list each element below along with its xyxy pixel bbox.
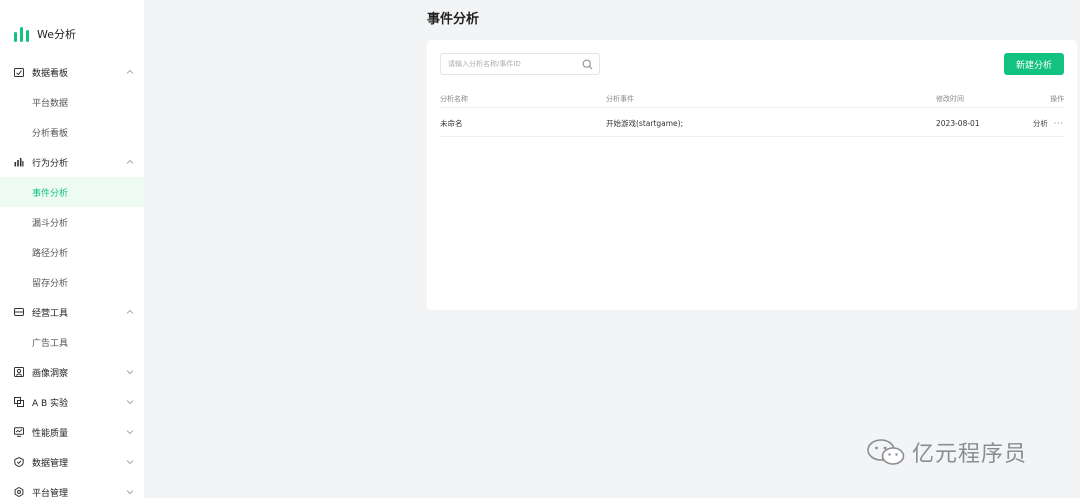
chevron-up-icon [126, 159, 134, 164]
sidebar-item-retention-analysis[interactable]: 留存分析 [0, 267, 144, 297]
sidebar-group-label: 性能质量 [32, 428, 69, 439]
brand[interactable]: We分析 [14, 24, 76, 44]
chevron-up-icon [126, 309, 134, 314]
monitor-icon [14, 427, 24, 437]
sidebar-nav: 数据看板 平台数据 分析看板 行为分析 事件分析 漏斗分析 路径分析 留存分析 … [0, 57, 144, 498]
sidebar-group-label: 画像洞察 [32, 368, 69, 379]
sidebar-group-dashboard[interactable]: 数据看板 [0, 57, 144, 87]
wechat-icon [867, 439, 905, 465]
sidebar-group-business-tools[interactable]: 经营工具 [0, 297, 144, 327]
row-actions: 分析 ··· [1033, 110, 1064, 136]
analysis-name: 未命名 [440, 118, 463, 128]
sidebar-item-analysis-board[interactable]: 分析看板 [0, 117, 144, 147]
column-header-actions: 操作 [1050, 94, 1064, 103]
sidebar-group-platform-management[interactable]: 平台管理 [0, 477, 144, 498]
sidebar-group-portrait-insight[interactable]: 画像洞察 [0, 357, 144, 387]
settings-icon [14, 487, 24, 497]
analysis-modified-time: 2023-08-01 [936, 118, 980, 128]
sidebar-item-path-analysis[interactable]: 路径分析 [0, 237, 144, 267]
chevron-down-icon [126, 430, 134, 435]
chevron-down-icon [126, 460, 134, 465]
sidebar-item-event-analysis[interactable]: 事件分析 [0, 177, 144, 207]
new-analysis-button[interactable]: 新建分析 [1004, 53, 1064, 75]
we-analysis-logo-icon [14, 26, 29, 42]
app-name: We分析 [37, 28, 76, 41]
sidebar-item-platform-data[interactable]: 平台数据 [0, 87, 144, 117]
portrait-icon [14, 367, 24, 377]
page-title: 事件分析 [427, 12, 480, 27]
search-input[interactable] [448, 60, 578, 68]
sidebar-group-behavior-analysis[interactable]: 行为分析 [0, 147, 144, 177]
chevron-down-icon [126, 370, 134, 375]
column-header-modified: 修改时间 [936, 94, 964, 103]
analysis-list-card: 新建分析 分析名称 分析事件 修改时间 操作 未命名 开始游戏(startgam… [427, 40, 1077, 310]
chevron-down-icon [126, 490, 134, 495]
sidebar-group-performance-quality[interactable]: 性能质量 [0, 417, 144, 447]
sidebar: We分析 数据看板 平台数据 分析看板 行为分析 事件分析 漏斗分析 路径分析 … [0, 0, 144, 498]
more-actions-icon[interactable]: ··· [1054, 119, 1064, 128]
sidebar-group-label: 数据管理 [32, 458, 69, 469]
table-header: 分析名称 分析事件 修改时间 操作 [440, 90, 1064, 108]
search-icon[interactable] [582, 59, 593, 70]
analyze-link[interactable]: 分析 [1033, 118, 1048, 129]
sidebar-group-label: A B 实验 [32, 398, 69, 409]
sidebar-group-data-management[interactable]: 数据管理 [0, 447, 144, 477]
chevron-up-icon [126, 69, 134, 74]
sidebar-group-label: 数据看板 [32, 68, 69, 79]
wallet-icon [14, 308, 24, 316]
watermark: 亿元程序员 [866, 436, 1027, 468]
chevron-down-icon [126, 400, 134, 405]
sidebar-group-label: 行为分析 [32, 158, 69, 169]
sidebar-group-label: 平台管理 [32, 488, 69, 498]
sidebar-group-label: 经营工具 [32, 308, 69, 319]
sidebar-item-ad-tools[interactable]: 广告工具 [0, 327, 144, 357]
analysis-event: 开始游戏(startgame); [606, 118, 684, 128]
bar-chart-icon [14, 158, 24, 167]
sidebar-group-ab-test[interactable]: A B 实验 [0, 387, 144, 417]
ab-test-icon [14, 397, 24, 407]
watermark-text: 亿元程序员 [912, 442, 1028, 467]
table-row: 未命名 开始游戏(startgame); 2023-08-01 分析 ··· [440, 110, 1064, 137]
column-header-name: 分析名称 [440, 94, 468, 103]
search-box [440, 53, 600, 75]
shield-icon [14, 457, 24, 467]
sidebar-item-funnel-analysis[interactable]: 漏斗分析 [0, 207, 144, 237]
dashboard-icon [14, 68, 24, 77]
column-header-event: 分析事件 [606, 94, 634, 103]
